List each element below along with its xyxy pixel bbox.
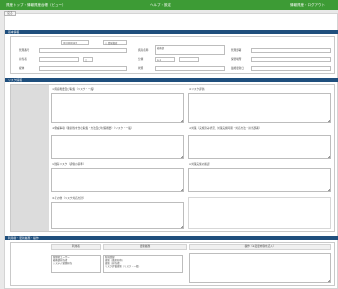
storage-select[interactable]: A-1 bbox=[155, 57, 175, 62]
basic-info-panel: ID 0000123 ○ 情報資産 管理番号 資産名称 総務部 管理部署 担当者… bbox=[10, 36, 335, 74]
app-title: 資産トップ・情報資産台帳（ビュー） bbox=[6, 3, 66, 7]
logout-link[interactable]: 情報資産・ログアウト bbox=[290, 3, 325, 7]
medium-select[interactable] bbox=[179, 57, 199, 62]
risk-section-title: リスク情報 bbox=[8, 77, 22, 82]
q1-label: ①資産概要及び取扱（リスク・一般） bbox=[52, 88, 96, 91]
history-section-header: 利用者・更新履歴・操作 bbox=[5, 236, 338, 240]
history-section-title: 利用者・更新履歴・操作 bbox=[8, 235, 39, 240]
history-column-header: 更新履歴 bbox=[103, 244, 187, 250]
q1-textarea[interactable] bbox=[51, 93, 184, 123]
risk-detail-panel: ①資産概要及び取扱（リスク・一般） ②リスク評価 ③脅威事項（脆弱性を含む取扱・… bbox=[10, 84, 335, 232]
asset-id-field[interactable]: ID 0000123 bbox=[61, 40, 89, 45]
q4-label: ④対策（実施済み状況、対策実施時期・対応方法・担当部署） bbox=[189, 127, 262, 130]
owner-label: 管理部署 bbox=[231, 49, 242, 52]
q3-textarea[interactable] bbox=[51, 135, 184, 159]
asset-id-label: 管理番号 bbox=[19, 49, 30, 52]
medium-label: 媒体 bbox=[19, 67, 25, 70]
q6-label: ⑥対策実施の確認 bbox=[189, 163, 210, 166]
q6-textarea[interactable] bbox=[188, 168, 331, 192]
q2-label: ②リスク評価 bbox=[189, 88, 205, 91]
list-item[interactable]: リスク評価更新（リスク・一般） bbox=[104, 265, 182, 268]
q7-empty-cell bbox=[188, 197, 331, 229]
status-label: 状態 bbox=[138, 67, 144, 70]
category-checkbox[interactable]: □ bbox=[83, 57, 93, 62]
storage-input[interactable] bbox=[251, 57, 331, 62]
name-label: 資産名称 bbox=[138, 49, 149, 52]
risk-section-header: リスク情報 bbox=[5, 78, 338, 82]
status-input[interactable] bbox=[155, 66, 225, 71]
q7-textarea[interactable] bbox=[51, 202, 184, 229]
basic-section-header: 基本情報 bbox=[5, 30, 338, 34]
q2-textarea[interactable] bbox=[188, 93, 331, 123]
history-list[interactable]: 新規登録 更新（資産名称） 更新（担当者） リスク評価更新（リスク・一般） bbox=[103, 255, 183, 273]
asset-name-input[interactable]: 総務部 bbox=[155, 45, 225, 55]
holder-input[interactable] bbox=[39, 57, 79, 62]
basic-section-title: 基本情報 bbox=[8, 29, 20, 34]
operation-column-header: 操作（※変更内容を記入） bbox=[189, 244, 331, 250]
user-list[interactable]: 管理者ユーザー 総務部担当者 システム管理担当 bbox=[51, 255, 101, 273]
back-button[interactable]: 戻る bbox=[4, 11, 16, 16]
storage-label: 保管場所 bbox=[231, 58, 242, 61]
owner-input[interactable] bbox=[251, 48, 331, 53]
help-link[interactable]: ヘルプ・設定 bbox=[150, 3, 171, 7]
q7-label: ⑦その他（リスク対応方針） bbox=[52, 197, 86, 200]
user-column-header: 利用者 bbox=[51, 244, 101, 250]
q5-label: ⑤残存リスク（評価の基準） bbox=[52, 163, 86, 166]
medium-input[interactable] bbox=[39, 66, 127, 71]
category-label: 分類 bbox=[138, 58, 144, 61]
history-panel: 利用者 更新履歴 操作（※変更内容を記入） 管理者ユーザー 総務部担当者 システ… bbox=[10, 242, 335, 286]
holder-label: 担当者 bbox=[19, 58, 27, 61]
asset-type-radio[interactable]: ○ 情報資産 bbox=[103, 40, 127, 45]
risk-label-column bbox=[11, 85, 49, 231]
updated-label: 最終更新日 bbox=[231, 67, 244, 70]
q4-textarea[interactable] bbox=[188, 135, 331, 159]
q3-label: ③脅威事項（脆弱性を含む取扱・方法及び対策概要）（リスク・一般） bbox=[52, 127, 134, 130]
operation-textarea[interactable] bbox=[189, 253, 331, 283]
updated-input[interactable] bbox=[251, 66, 331, 71]
asset-id-input[interactable] bbox=[39, 48, 127, 53]
top-bar: 資産トップ・情報資産台帳（ビュー） ヘルプ・設定 情報資産・ログアウト bbox=[0, 0, 338, 10]
list-item[interactable]: システム管理担当 bbox=[52, 262, 100, 265]
q5-textarea[interactable] bbox=[51, 168, 184, 192]
